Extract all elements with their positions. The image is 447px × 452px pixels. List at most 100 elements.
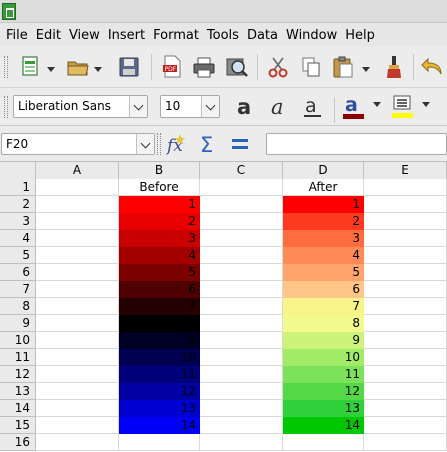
open-dropdown-icon[interactable]	[94, 67, 102, 72]
chevron-down-icon[interactable]	[201, 96, 219, 117]
cell-e1[interactable]	[364, 179, 447, 196]
cell-a16[interactable]	[36, 434, 119, 451]
cell-b15[interactable]: 14	[119, 417, 200, 434]
cell-e6[interactable]	[364, 264, 447, 281]
cell-b6[interactable]: 5	[119, 264, 200, 281]
sum-button[interactable]: Σ	[195, 129, 221, 159]
paste-button[interactable]	[327, 52, 359, 82]
cell-a11[interactable]	[36, 349, 119, 366]
cell-a4[interactable]	[36, 230, 119, 247]
cell-c15[interactable]	[200, 417, 283, 434]
menu-help[interactable]: Help	[342, 28, 378, 43]
cell-e7[interactable]	[364, 281, 447, 298]
row-header-2[interactable]: 2	[0, 196, 36, 213]
column-header-e[interactable]: E	[364, 162, 447, 179]
font-color-dropdown-icon[interactable]	[373, 102, 381, 107]
cell-a1[interactable]	[36, 179, 119, 196]
cell-b4[interactable]: 3	[119, 230, 200, 247]
cell-e11[interactable]	[364, 349, 447, 366]
function-wizard-button[interactable]: fx	[163, 129, 189, 159]
row-header-5[interactable]: 5	[0, 247, 36, 264]
cell-c5[interactable]	[200, 247, 283, 264]
cell-c4[interactable]	[200, 230, 283, 247]
save-button[interactable]	[114, 52, 144, 82]
cell-d1[interactable]: After	[283, 179, 364, 196]
row-header-6[interactable]: 6	[0, 264, 36, 281]
cell-c10[interactable]	[200, 332, 283, 349]
cell-b16[interactable]	[119, 434, 200, 451]
cell-e10[interactable]	[364, 332, 447, 349]
toolbar-grip[interactable]	[4, 96, 8, 118]
menu-insert[interactable]: Insert	[105, 28, 148, 43]
cell-e8[interactable]	[364, 298, 447, 315]
cell-d12[interactable]: 11	[283, 366, 364, 383]
row-header-8[interactable]: 8	[0, 298, 36, 315]
row-header-12[interactable]: 12	[0, 366, 36, 383]
cell-b8[interactable]: 7	[119, 298, 200, 315]
row-header-14[interactable]: 14	[0, 400, 36, 417]
cell-c13[interactable]	[200, 383, 283, 400]
menu-data[interactable]: Data	[244, 28, 281, 43]
row-header-1[interactable]: 1	[0, 179, 36, 196]
cell-b3[interactable]: 2	[119, 213, 200, 230]
row-header-10[interactable]: 10	[0, 332, 36, 349]
name-box[interactable]: F20	[1, 133, 155, 155]
paste-dropdown-icon[interactable]	[362, 67, 370, 72]
menu-format[interactable]: Format	[150, 28, 202, 43]
row-header-15[interactable]: 15	[0, 417, 36, 434]
cell-e15[interactable]	[364, 417, 447, 434]
cell-a6[interactable]	[36, 264, 119, 281]
cell-c9[interactable]	[200, 315, 283, 332]
open-button[interactable]	[63, 52, 93, 82]
cell-a9[interactable]	[36, 315, 119, 332]
font-color-button[interactable]: a	[337, 92, 369, 122]
cell-a3[interactable]	[36, 213, 119, 230]
cell-b7[interactable]: 6	[119, 281, 200, 298]
row-header-16[interactable]: 16	[0, 434, 36, 451]
cell-a2[interactable]	[36, 196, 119, 213]
menu-window[interactable]: Window	[283, 28, 340, 43]
cell-c14[interactable]	[200, 400, 283, 417]
cell-a14[interactable]	[36, 400, 119, 417]
row-header-3[interactable]: 3	[0, 213, 36, 230]
cell-d11[interactable]: 10	[283, 349, 364, 366]
cell-a10[interactable]	[36, 332, 119, 349]
cell-a12[interactable]	[36, 366, 119, 383]
cell-d14[interactable]: 13	[283, 400, 364, 417]
cell-c8[interactable]	[200, 298, 283, 315]
cell-d3[interactable]: 2	[283, 213, 364, 230]
column-header-d[interactable]: D	[283, 162, 364, 179]
cell-e9[interactable]	[364, 315, 447, 332]
cell-d8[interactable]: 7	[283, 298, 364, 315]
cell-c16[interactable]	[200, 434, 283, 451]
cell-e4[interactable]	[364, 230, 447, 247]
italic-button[interactable]: a	[264, 92, 296, 122]
font-size-combo[interactable]: 10	[160, 95, 220, 118]
underline-button[interactable]: a	[297, 92, 329, 122]
cell-e3[interactable]	[364, 213, 447, 230]
cut-button[interactable]	[263, 52, 293, 82]
cell-c7[interactable]	[200, 281, 283, 298]
cell-d9[interactable]: 8	[283, 315, 364, 332]
cell-a7[interactable]	[36, 281, 119, 298]
cell-b14[interactable]: 13	[119, 400, 200, 417]
cell-e5[interactable]	[364, 247, 447, 264]
font-name-combo[interactable]: Liberation Sans	[13, 95, 148, 118]
print-preview-button[interactable]	[222, 52, 252, 82]
clone-formatting-button[interactable]	[378, 52, 408, 82]
cell-c12[interactable]	[200, 366, 283, 383]
cell-d6[interactable]: 5	[283, 264, 364, 281]
cell-d5[interactable]: 4	[283, 247, 364, 264]
cell-c6[interactable]	[200, 264, 283, 281]
menu-edit[interactable]: Edit	[33, 28, 64, 43]
column-header-c[interactable]: C	[200, 162, 283, 179]
cell-b1[interactable]: Before	[119, 179, 200, 196]
toolbar-grip[interactable]	[4, 56, 8, 78]
highlighting-button[interactable]	[386, 92, 418, 122]
row-header-9[interactable]: 9	[0, 315, 36, 332]
cell-c11[interactable]	[200, 349, 283, 366]
cell-b9[interactable]: 8	[119, 315, 200, 332]
formula-input[interactable]	[266, 133, 447, 155]
cell-b10[interactable]: 9	[119, 332, 200, 349]
cell-a8[interactable]	[36, 298, 119, 315]
